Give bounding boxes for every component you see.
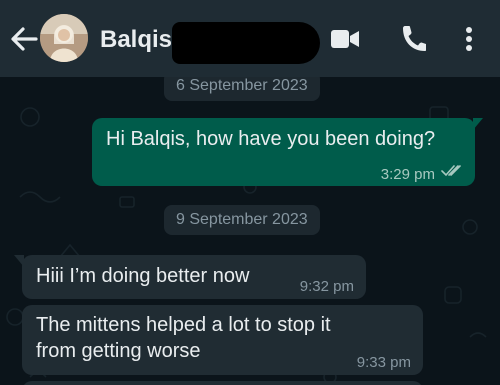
chat-area[interactable]: 6 September 2023 Hi Balqis, how have you… bbox=[0, 77, 500, 385]
redaction-mark bbox=[172, 22, 320, 64]
message-text: Hiii I’m doing better now bbox=[36, 265, 250, 287]
message-bubble-incoming[interactable]: Hiii I’m doing better now 9:32 pm bbox=[14, 255, 366, 299]
avatar[interactable] bbox=[40, 14, 88, 62]
video-camera-icon[interactable] bbox=[330, 22, 360, 56]
date-chip: 6 September 2023 bbox=[164, 77, 320, 101]
message-text: Hi Balqis, how have you been doing? bbox=[106, 128, 436, 150]
read-receipt-icon bbox=[441, 165, 461, 177]
message-bubble-incoming-partial[interactable] bbox=[22, 381, 423, 385]
chat-header: Balqis . bbox=[0, 0, 500, 77]
message-text-line: The mittens helped a lot to stop it bbox=[36, 314, 331, 336]
message-bubble-outgoing[interactable]: Hi Balqis, how have you been doing? 3:29… bbox=[92, 118, 483, 186]
phone-icon[interactable] bbox=[398, 22, 426, 56]
message-text-line: from getting worse bbox=[36, 340, 201, 362]
message-bubble-incoming[interactable]: The mittens helped a lot to stop it from… bbox=[22, 305, 423, 375]
date-chip: 9 September 2023 bbox=[164, 205, 320, 235]
bubble-tail bbox=[14, 255, 24, 267]
message-time: 9:33 pm bbox=[356, 354, 411, 371]
more-vertical-icon[interactable] bbox=[462, 22, 476, 56]
bubble-tail bbox=[473, 118, 483, 130]
arrow-left-icon[interactable] bbox=[6, 24, 40, 54]
message-time: 9:32 pm bbox=[299, 278, 354, 295]
message-time: 3:29 pm bbox=[380, 166, 435, 183]
